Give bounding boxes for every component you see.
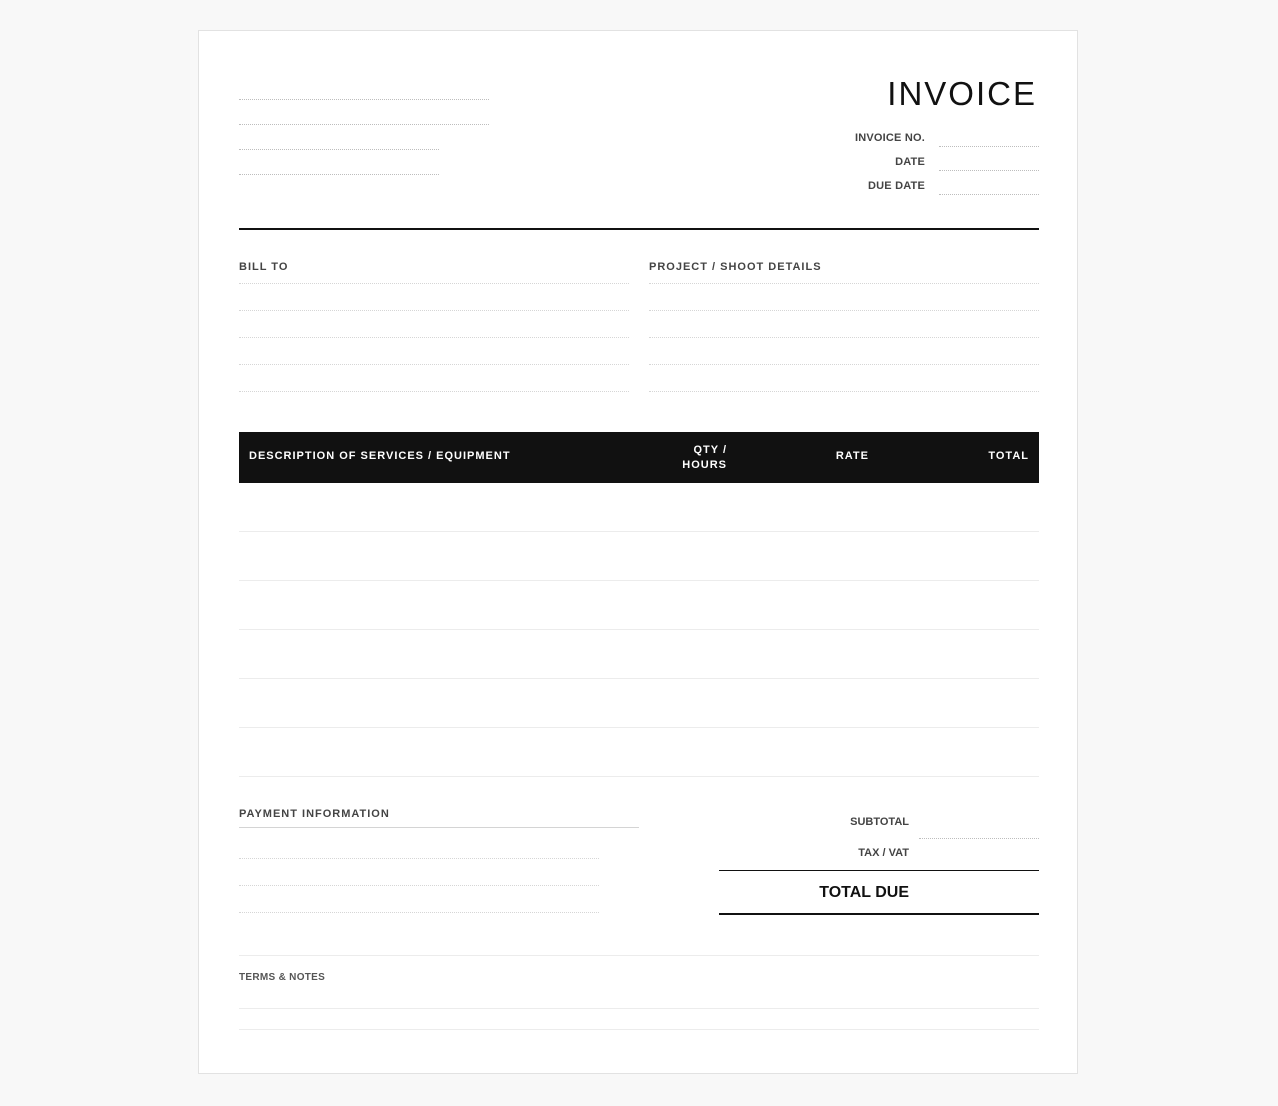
due-date-label: DUE DATE — [867, 180, 925, 192]
summary-divider — [719, 870, 1039, 871]
table-row[interactable] — [239, 776, 1039, 777]
project-details-line[interactable] — [649, 337, 1039, 338]
bill-to-line[interactable] — [239, 391, 629, 392]
terms-line[interactable] — [239, 1008, 1039, 1009]
company-phone-line[interactable] — [239, 149, 439, 150]
project-details-line[interactable] — [649, 310, 1039, 311]
tax-vat-label: TAX / VAT — [858, 847, 909, 859]
bill-to-line[interactable] — [239, 364, 629, 365]
table-row[interactable] — [239, 678, 1039, 679]
col-description: DESCRIPTION OF SERVICES / EQUIPMENT — [249, 450, 511, 462]
project-details-line[interactable] — [649, 364, 1039, 365]
invoice-no-label: INVOICE NO. — [854, 132, 925, 144]
header-divider — [239, 228, 1039, 230]
bill-to-line[interactable] — [239, 283, 629, 284]
bill-to-line[interactable] — [239, 337, 629, 338]
col-qty-hours: QTY / HOURS — [669, 443, 727, 473]
table-row[interactable] — [239, 531, 1039, 532]
payment-info-underline — [239, 827, 639, 828]
table-row[interactable] — [239, 580, 1039, 581]
total-due-rule — [719, 913, 1039, 915]
project-details-label: PROJECT / SHOOT DETAILS — [649, 261, 822, 273]
table-row[interactable] — [239, 727, 1039, 728]
subtotal-label: SUBTOTAL — [850, 816, 909, 828]
invoice-sheet: INVOICE INVOICE NO. DATE DUE DATE BILL T… — [198, 30, 1078, 1074]
invoice-title: INVOICE — [887, 75, 1037, 112]
project-details-line[interactable] — [649, 391, 1039, 392]
terms-line[interactable] — [239, 1029, 1039, 1030]
company-name-line[interactable] — [239, 99, 489, 100]
payment-info-line[interactable] — [239, 858, 599, 859]
col-total: TOTAL — [988, 450, 1029, 462]
company-address-line[interactable] — [239, 124, 489, 125]
payment-info-line[interactable] — [239, 885, 599, 886]
total-due-label: TOTAL DUE — [819, 884, 909, 901]
due-date-field[interactable] — [939, 194, 1039, 195]
payment-info-line[interactable] — [239, 912, 599, 913]
payment-info-label: PAYMENT INFORMATION — [239, 808, 390, 820]
bill-to-label: BILL TO — [239, 261, 289, 273]
terms-notes-label: TERMS & NOTES — [239, 972, 326, 983]
table-row[interactable] — [239, 629, 1039, 630]
col-qty-label: QTY / — [693, 444, 727, 456]
project-details-line[interactable] — [649, 283, 1039, 284]
company-email-line[interactable] — [239, 174, 439, 175]
col-rate: RATE — [835, 450, 869, 462]
terms-divider — [239, 955, 1039, 956]
bill-to-line[interactable] — [239, 310, 629, 311]
date-label: DATE — [895, 156, 925, 168]
col-hours-label: HOURS — [682, 459, 727, 471]
subtotal-field[interactable] — [919, 838, 1039, 839]
services-table-header: DESCRIPTION OF SERVICES / EQUIPMENT QTY … — [239, 432, 1039, 483]
invoice-no-field[interactable] — [939, 146, 1039, 147]
date-field[interactable] — [939, 170, 1039, 171]
